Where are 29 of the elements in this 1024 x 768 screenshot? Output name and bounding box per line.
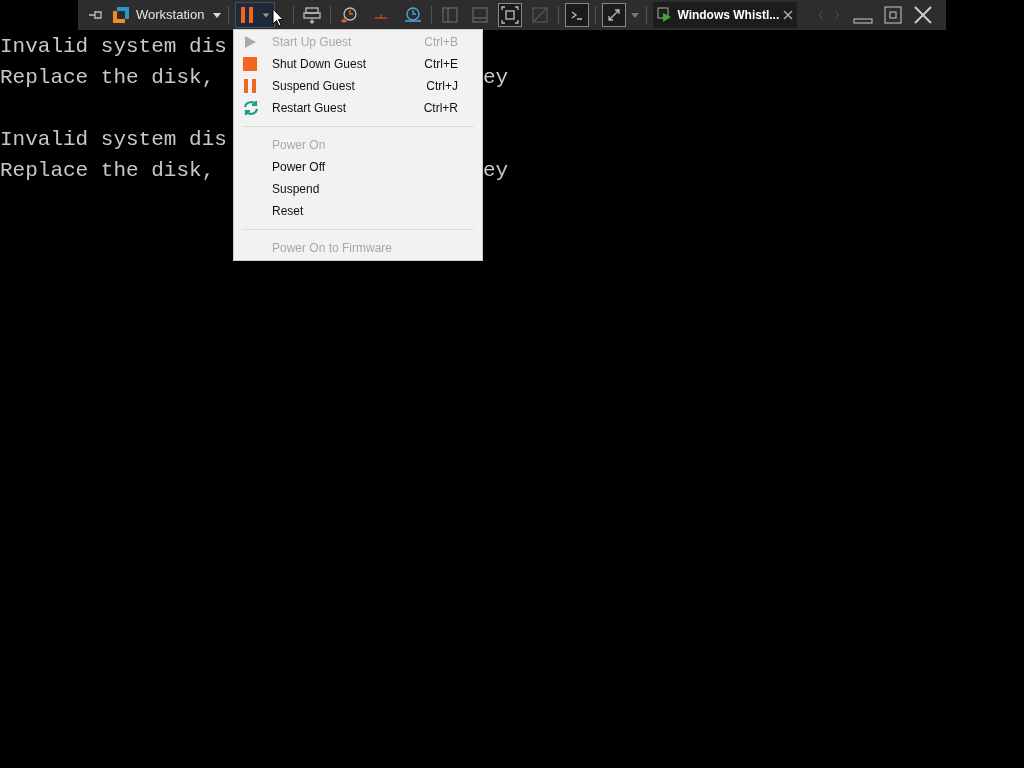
console-text: ey xyxy=(483,66,509,89)
terminal-icon[interactable] xyxy=(565,3,590,27)
workstation-logo-icon xyxy=(112,6,130,24)
console-text: Invalid system dis xyxy=(0,35,227,58)
menu-item[interactable]: Restart Guest Ctrl+R xyxy=(234,97,482,119)
vm-tab[interactable]: Windows Whistl... xyxy=(653,2,798,28)
console-text: ey xyxy=(483,159,509,182)
pause-icon xyxy=(243,79,257,93)
menu-item[interactable]: Suspend Guest Ctrl+J xyxy=(234,75,482,97)
product-name[interactable]: Workstation xyxy=(136,5,205,25)
stop-icon xyxy=(243,57,257,71)
console-text: Invalid system dis xyxy=(0,128,227,151)
restore-icon[interactable] xyxy=(883,5,904,25)
close-icon[interactable] xyxy=(783,10,794,20)
mouse-cursor-icon xyxy=(272,8,284,27)
full-screen-icon[interactable] xyxy=(498,3,523,27)
close-icon[interactable] xyxy=(913,5,934,25)
pause-button[interactable] xyxy=(235,2,276,28)
restart-icon xyxy=(243,100,259,116)
stretch-icon[interactable] xyxy=(602,3,627,27)
menu-item[interactable]: Suspend xyxy=(234,178,482,200)
menu-item[interactable]: Reset xyxy=(234,200,482,222)
caret-icon xyxy=(262,11,271,19)
menu-item[interactable]: Power Off xyxy=(234,156,482,178)
console-text: Replace the disk, xyxy=(0,66,215,89)
play-icon xyxy=(243,35,257,49)
menu-item[interactable]: Shut Down Guest Ctrl+E xyxy=(234,53,482,75)
caret-icon[interactable] xyxy=(212,10,223,20)
console-text: Replace the disk, xyxy=(0,159,215,182)
